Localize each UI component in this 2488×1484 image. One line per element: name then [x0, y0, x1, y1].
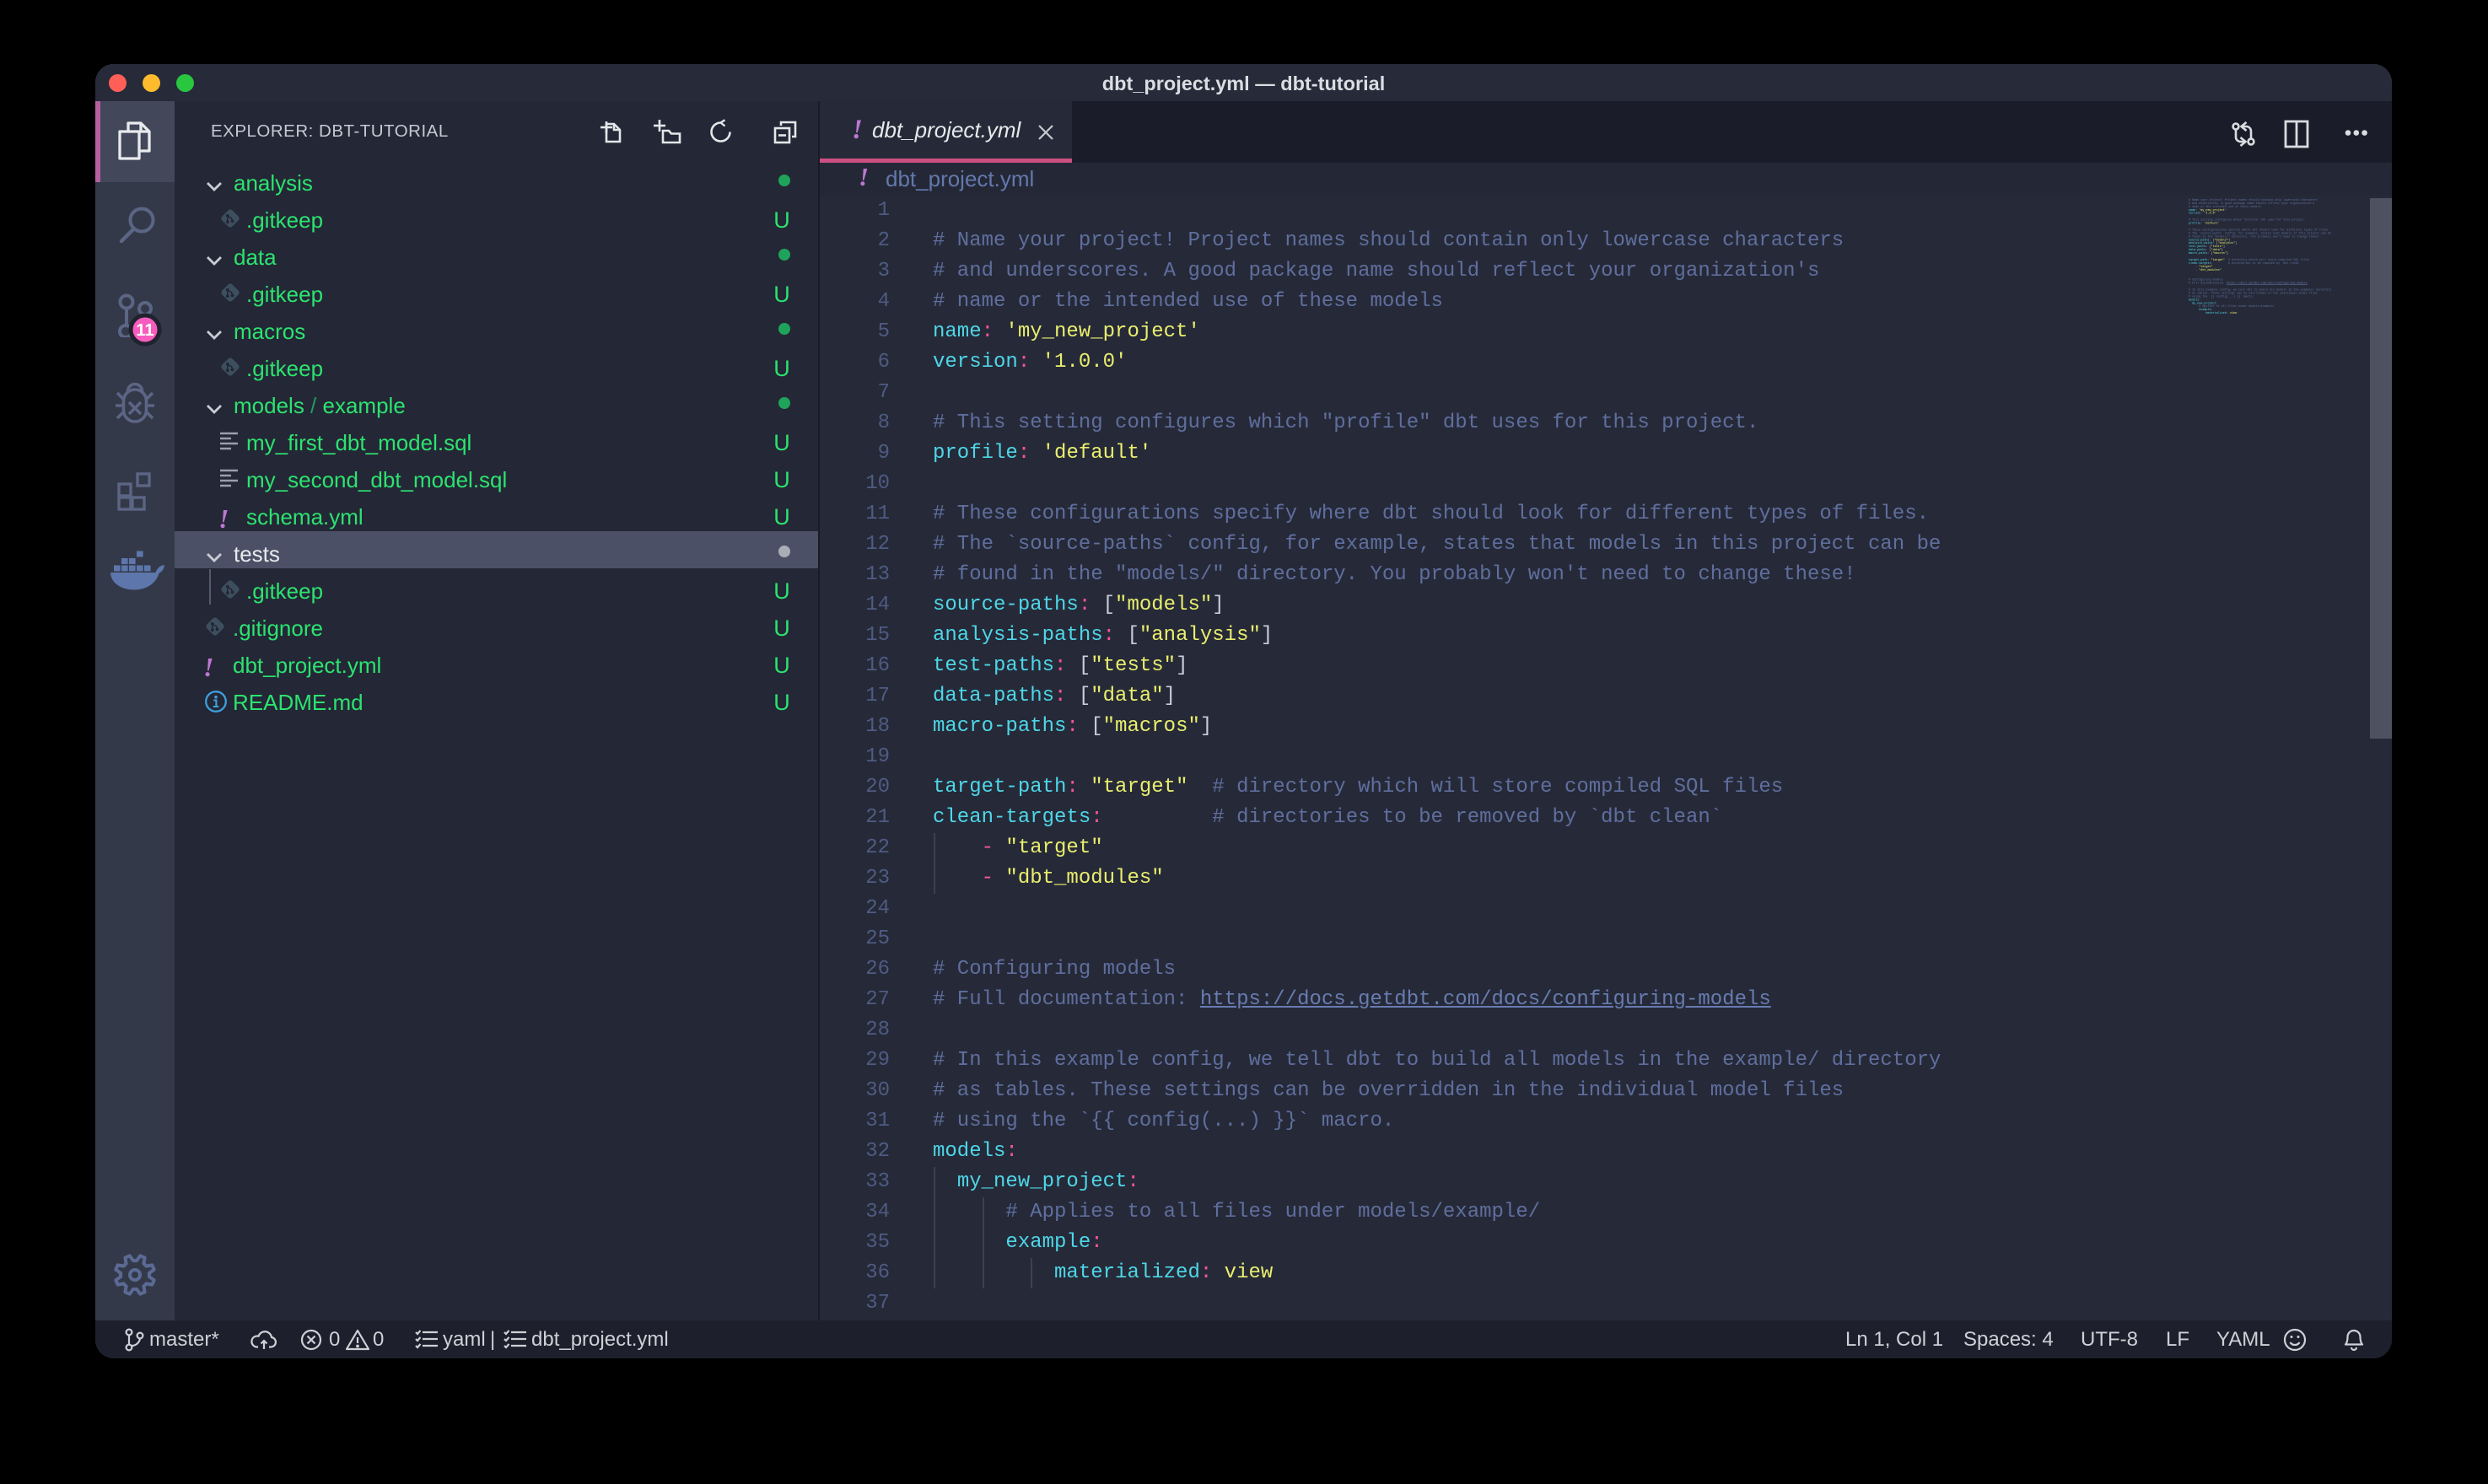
svg-text:11: 11: [136, 321, 153, 340]
